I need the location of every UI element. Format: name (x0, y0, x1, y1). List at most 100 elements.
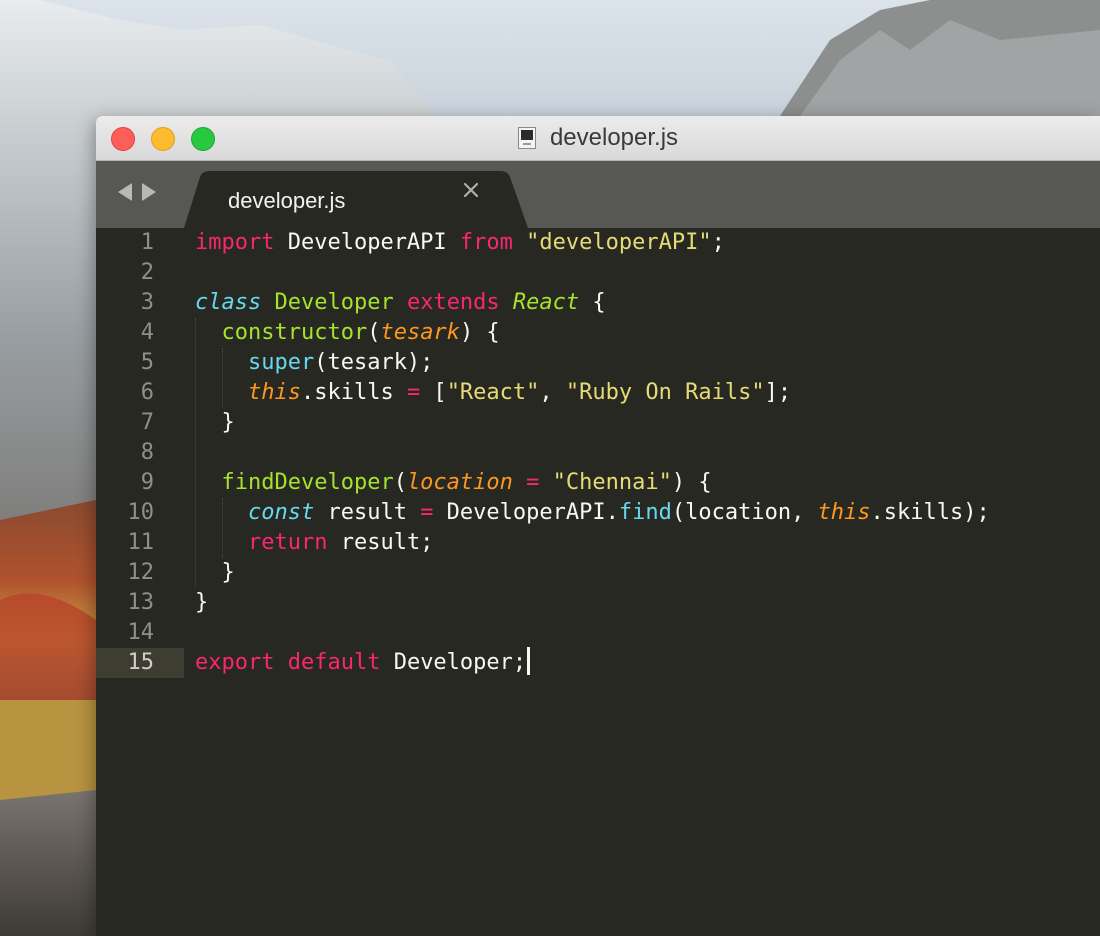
close-icon[interactable] (464, 183, 494, 213)
code-token: tesark (380, 320, 460, 345)
indent-guide (222, 348, 223, 408)
code-token: React (512, 290, 580, 315)
file-icon (517, 127, 536, 149)
code-token: const (247, 500, 315, 525)
code-token: import (195, 230, 275, 255)
code-token: "developerAPI" (526, 230, 712, 255)
code-line[interactable]: import DeveloperAPI from "developerAPI"; (195, 228, 1100, 258)
code-token: class (195, 290, 262, 315)
code-line[interactable]: constructor(tesark) { (195, 318, 1100, 348)
window-title: developer.js (549, 124, 679, 151)
code-token: } (195, 560, 235, 585)
code-token: ( (367, 320, 381, 345)
code-token: result (314, 500, 421, 525)
code-token: .skills); (870, 500, 990, 525)
code-token: .skills (300, 380, 407, 405)
code-token: = (406, 380, 421, 405)
code-token: { (579, 290, 606, 315)
line-number: 5 (140, 350, 154, 375)
editor-window: developer.js developer.js 1 2 3 4 5 6 7 8 9 10 11 1… (96, 116, 1100, 936)
line-number: 8 (140, 440, 154, 465)
back-arrow-icon[interactable] (118, 183, 132, 201)
code-token: (tesark); (314, 350, 434, 375)
code-token: location (406, 470, 513, 495)
code-line[interactable]: return result; (195, 528, 1100, 558)
text-cursor (527, 647, 531, 675)
line-number: 6 (140, 380, 154, 405)
code-token: this (247, 380, 301, 405)
code-token: export (195, 650, 275, 675)
code-token: ( (393, 470, 407, 495)
code-token: [ (420, 380, 447, 405)
code-line[interactable]: class Developer extends React { (195, 288, 1100, 318)
code-token: this (817, 500, 871, 525)
code-token: (location, (671, 500, 818, 525)
line-number: 10 (127, 500, 155, 525)
code-token: default (287, 650, 381, 675)
code-token: ; (711, 230, 725, 255)
line-number: 9 (140, 470, 154, 495)
line-number: 4 (140, 320, 154, 345)
tab-developer-js[interactable]: developer.js (184, 171, 528, 228)
forward-arrow-icon[interactable] (142, 183, 156, 201)
code-line[interactable]: super(tesark); (195, 348, 1100, 378)
line-number: 1 (140, 230, 154, 255)
indent-guide (222, 498, 223, 558)
code-token: "React" (446, 380, 540, 405)
code-token: constructor (221, 320, 368, 345)
code-line[interactable]: this.skills = ["React", "Ruby On Rails"]… (195, 378, 1100, 408)
code-token: findDeveloper (221, 470, 394, 495)
code-token: ]; (764, 380, 792, 405)
code-token: ) { (459, 320, 500, 345)
code-line[interactable]: findDeveloper(location = "Chennai") { (195, 468, 1100, 498)
line-number: 2 (140, 260, 154, 285)
code-token: } (195, 590, 209, 615)
code-line[interactable]: ​ (195, 258, 1100, 288)
code-editor[interactable]: 1 2 3 4 5 6 7 8 9 10 11 12 13 14 15 import DeveloperAP… (96, 228, 1100, 936)
code-token: ) { (671, 470, 712, 495)
code-token: result; (327, 530, 434, 555)
line-number-gutter: 1 2 3 4 5 6 7 8 9 10 11 12 13 14 15 (96, 228, 184, 936)
code-line[interactable]: ​ (195, 618, 1100, 648)
code-token: DeveloperAPI. (433, 500, 619, 525)
line-number: 14 (127, 620, 155, 645)
code-line[interactable]: } (195, 558, 1100, 588)
code-token: DeveloperAPI (274, 230, 460, 255)
code-token: Developer; (380, 650, 527, 675)
line-number: 12 (127, 560, 155, 585)
code-token: = (526, 470, 540, 495)
code-token: Developer (274, 290, 394, 315)
code-token: , (539, 380, 566, 405)
code-line[interactable]: } (195, 408, 1100, 438)
code-token: } (195, 410, 235, 435)
code-line[interactable]: } (195, 588, 1100, 618)
tab-bar: developer.js (96, 161, 1100, 228)
code-token: "Chennai" (552, 470, 672, 495)
line-number: 7 (140, 410, 154, 435)
indent-guide (195, 318, 196, 588)
line-number: 11 (127, 530, 155, 555)
code-token: find (618, 500, 672, 525)
title-bar: developer.js (96, 116, 1100, 161)
tab-label: developer.js (228, 188, 346, 213)
line-number: 3 (140, 290, 154, 315)
line-number: 13 (127, 590, 155, 615)
line-number: 15 (96, 648, 184, 678)
code-line[interactable]: ​ (195, 438, 1100, 468)
code-token: = (420, 500, 434, 525)
tab-navigation (118, 183, 156, 201)
code-token: extends (406, 290, 500, 315)
code-token: "Ruby On Rails" (565, 380, 765, 405)
code-line[interactable]: const result = DeveloperAPI.find(locatio… (195, 498, 1100, 528)
code-area[interactable]: import DeveloperAPI from "developerAPI";… (195, 228, 1100, 936)
code-line[interactable]: export default Developer; (195, 647, 1100, 678)
